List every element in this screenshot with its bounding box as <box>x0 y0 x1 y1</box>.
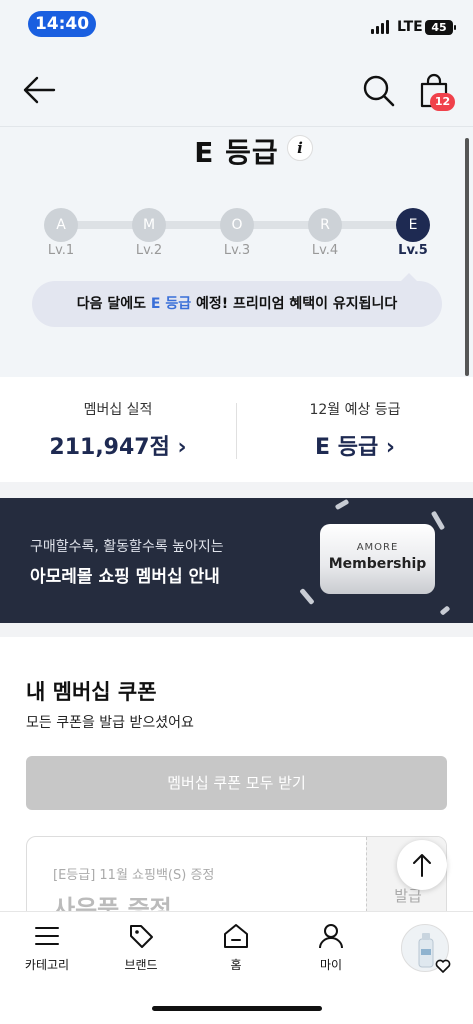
level-dot-e: E <box>396 208 430 242</box>
nav-brand[interactable]: 브랜드 <box>101 922 181 973</box>
level-dot-a: A <box>44 208 78 242</box>
membership-guide-banner[interactable]: 구매할수록, 활동할수록 높아지는 아모레몰 쇼핑 멤버십 안내 AMORE M… <box>0 498 473 623</box>
menu-icon <box>35 927 59 945</box>
coupon-tag: [E등급] 11월 쇼핑백(S) 증정 <box>53 868 215 883</box>
level-label-5: Lv.5 <box>398 243 428 258</box>
home-icon <box>224 924 248 948</box>
status-bar: 14:40 LTE 45 <box>0 0 473 52</box>
grade-section: E 등급 i A M O R E Lv.1 Lv.2 Lv.3 Lv.4 Lv.… <box>0 127 473 377</box>
banner-title: 아모레몰 쇼핑 멤버십 안내 <box>30 567 220 587</box>
heart-icon[interactable] <box>435 958 451 974</box>
search-icon <box>363 75 395 107</box>
performance-stat[interactable]: 멤버십 실적 211,947점 › <box>0 399 236 461</box>
expected-grade-label: 12월 예상 등급 <box>309 402 401 418</box>
banner-subtitle: 구매할수록, 활동할수록 높아지는 <box>30 539 224 555</box>
level-dot-o: O <box>220 208 254 242</box>
get-all-coupons-button[interactable]: 멤버십 쿠폰 모두 받기 <box>26 756 447 810</box>
membership-card-image: AMORE Membership <box>320 524 435 594</box>
confetti-shape <box>299 587 315 606</box>
status-time: 14:40 <box>28 11 96 37</box>
person-icon <box>319 924 343 949</box>
grade-title: E 등급 <box>0 131 473 171</box>
nav-category[interactable]: 카테고리 <box>7 922 87 973</box>
back-button[interactable] <box>22 74 58 106</box>
confetti-shape <box>334 498 350 511</box>
arrow-left-icon <box>23 76 56 104</box>
nav-my[interactable]: 마이 <box>291 922 371 973</box>
top-header <box>0 52 473 126</box>
performance-value: 211,947점 › <box>49 435 187 460</box>
coupon-section-title: 내 멤버십 쿠폰 <box>26 680 157 704</box>
grade-message-pre: 다음 달에도 <box>76 296 151 312</box>
coupon-section-subtitle: 모든 쿠폰을 발급 받으셨어요 <box>26 715 194 731</box>
arrow-up-icon <box>413 854 431 877</box>
grade-title-text: E 등급 <box>194 136 279 169</box>
membership-card-top: AMORE <box>356 542 399 553</box>
tag-icon <box>130 925 153 948</box>
level-dot-m: M <box>132 208 166 242</box>
membership-card-bottom: Membership <box>328 556 427 572</box>
performance-label: 멤버십 실적 <box>83 402 153 418</box>
cart-count-badge: 12 <box>430 93 455 111</box>
level-label-2: Lv.2 <box>135 243 163 258</box>
battery-icon: 45 <box>425 20 456 35</box>
level-label-4: Lv.4 <box>311 243 339 258</box>
nav-home[interactable]: 홈 <box>196 922 276 973</box>
nav-category-label: 카테고리 <box>24 958 70 972</box>
section-gap <box>0 482 473 498</box>
scroll-top-button[interactable] <box>397 840 447 890</box>
level-label-1: Lv.1 <box>47 243 75 258</box>
grade-message-bubble: 다음 달에도 E 등급 예정! 프리미엄 혜택이 유지됩니다 <box>32 273 442 327</box>
nav-home-label: 홈 <box>230 958 242 972</box>
membership-stats: 멤버십 실적 211,947점 › 12월 예상 등급 E 등급 › <box>0 377 473 497</box>
scrollbar[interactable] <box>465 138 469 376</box>
home-indicator <box>152 1006 322 1011</box>
section-gap <box>0 623 473 637</box>
info-button[interactable]: i <box>287 135 313 161</box>
signal-icon <box>371 20 389 34</box>
search-button[interactable] <box>362 74 396 108</box>
grade-message-post: 예정! 프리미엄 혜택이 유지됩니다 <box>191 296 398 312</box>
expected-grade-stat[interactable]: 12월 예상 등급 E 등급 › <box>237 399 473 461</box>
expected-grade-value: E 등급 › <box>315 435 395 460</box>
grade-message-accent: E 등급 <box>150 296 192 312</box>
level-label-3: Lv.3 <box>223 243 251 258</box>
network-label: LTE <box>397 19 423 35</box>
confetti-shape <box>439 605 451 616</box>
nav-brand-label: 브랜드 <box>124 958 158 972</box>
level-dot-r: R <box>308 208 342 242</box>
nav-my-label: 마이 <box>319 958 343 972</box>
